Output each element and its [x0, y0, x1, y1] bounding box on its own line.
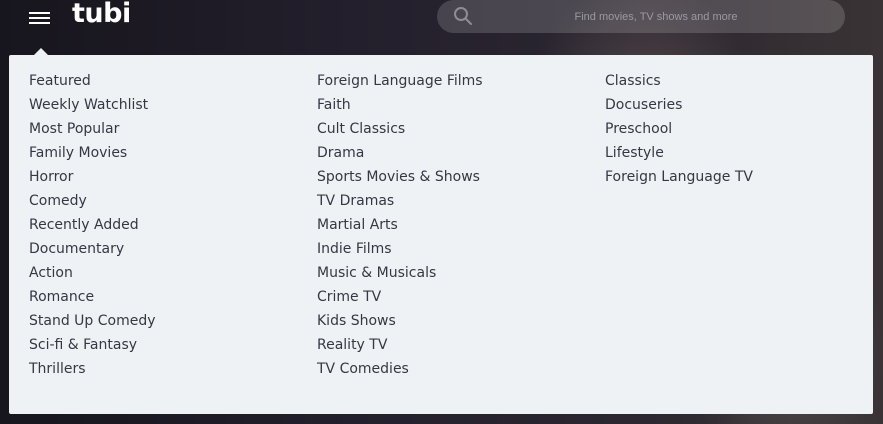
menu-item-tv-dramas[interactable]: TV Dramas: [317, 189, 483, 213]
menu-item-stand-up-comedy[interactable]: Stand Up Comedy: [29, 309, 156, 333]
menu-item-thrillers[interactable]: Thrillers: [29, 357, 156, 381]
menu-item-martial-arts[interactable]: Martial Arts: [317, 213, 483, 237]
menu-item-sports-movies-shows[interactable]: Sports Movies & Shows: [317, 165, 483, 189]
menu-item-faith[interactable]: Faith: [317, 93, 483, 117]
menu-item-featured[interactable]: Featured: [29, 69, 156, 93]
menu-item-action[interactable]: Action: [29, 261, 156, 285]
menu-item-tv-comedies[interactable]: TV Comedies: [317, 357, 483, 381]
menu-column-2: Foreign Language Films Faith Cult Classi…: [317, 69, 483, 381]
menu-item-weekly-watchlist[interactable]: Weekly Watchlist: [29, 93, 156, 117]
menu-item-drama[interactable]: Drama: [317, 141, 483, 165]
menu-column-3: Classics Docuseries Preschool Lifestyle …: [605, 69, 753, 189]
menu-item-classics[interactable]: Classics: [605, 69, 753, 93]
menu-item-crime-tv[interactable]: Crime TV: [317, 285, 483, 309]
menu-item-cult-classics[interactable]: Cult Classics: [317, 117, 483, 141]
top-bar: tubi: [0, 0, 883, 48]
search-input[interactable]: [481, 0, 831, 33]
menu-item-most-popular[interactable]: Most Popular: [29, 117, 156, 141]
menu-item-recently-added[interactable]: Recently Added: [29, 213, 156, 237]
menu-item-reality-tv[interactable]: Reality TV: [317, 333, 483, 357]
menu-item-indie-films[interactable]: Indie Films: [317, 237, 483, 261]
category-menu: Featured Weekly Watchlist Most Popular F…: [9, 55, 873, 414]
search-bar[interactable]: [437, 0, 845, 33]
menu-item-foreign-language-films[interactable]: Foreign Language Films: [317, 69, 483, 93]
menu-item-horror[interactable]: Horror: [29, 165, 156, 189]
menu-item-lifestyle[interactable]: Lifestyle: [605, 141, 753, 165]
menu-item-comedy[interactable]: Comedy: [29, 189, 156, 213]
menu-item-documentary[interactable]: Documentary: [29, 237, 156, 261]
menu-item-preschool[interactable]: Preschool: [605, 117, 753, 141]
menu-caret: [34, 48, 48, 55]
menu-item-docuseries[interactable]: Docuseries: [605, 93, 753, 117]
menu-item-romance[interactable]: Romance: [29, 285, 156, 309]
search-icon[interactable]: [453, 6, 473, 26]
tubi-logo[interactable]: tubi: [72, 0, 131, 28]
menu-column-1: Featured Weekly Watchlist Most Popular F…: [29, 69, 156, 381]
menu-item-sci-fi-fantasy[interactable]: Sci-fi & Fantasy: [29, 333, 156, 357]
menu-item-family-movies[interactable]: Family Movies: [29, 141, 156, 165]
hamburger-menu-icon[interactable]: [28, 9, 52, 25]
menu-item-music-musicals[interactable]: Music & Musicals: [317, 261, 483, 285]
menu-item-kids-shows[interactable]: Kids Shows: [317, 309, 483, 333]
menu-item-foreign-language-tv[interactable]: Foreign Language TV: [605, 165, 753, 189]
